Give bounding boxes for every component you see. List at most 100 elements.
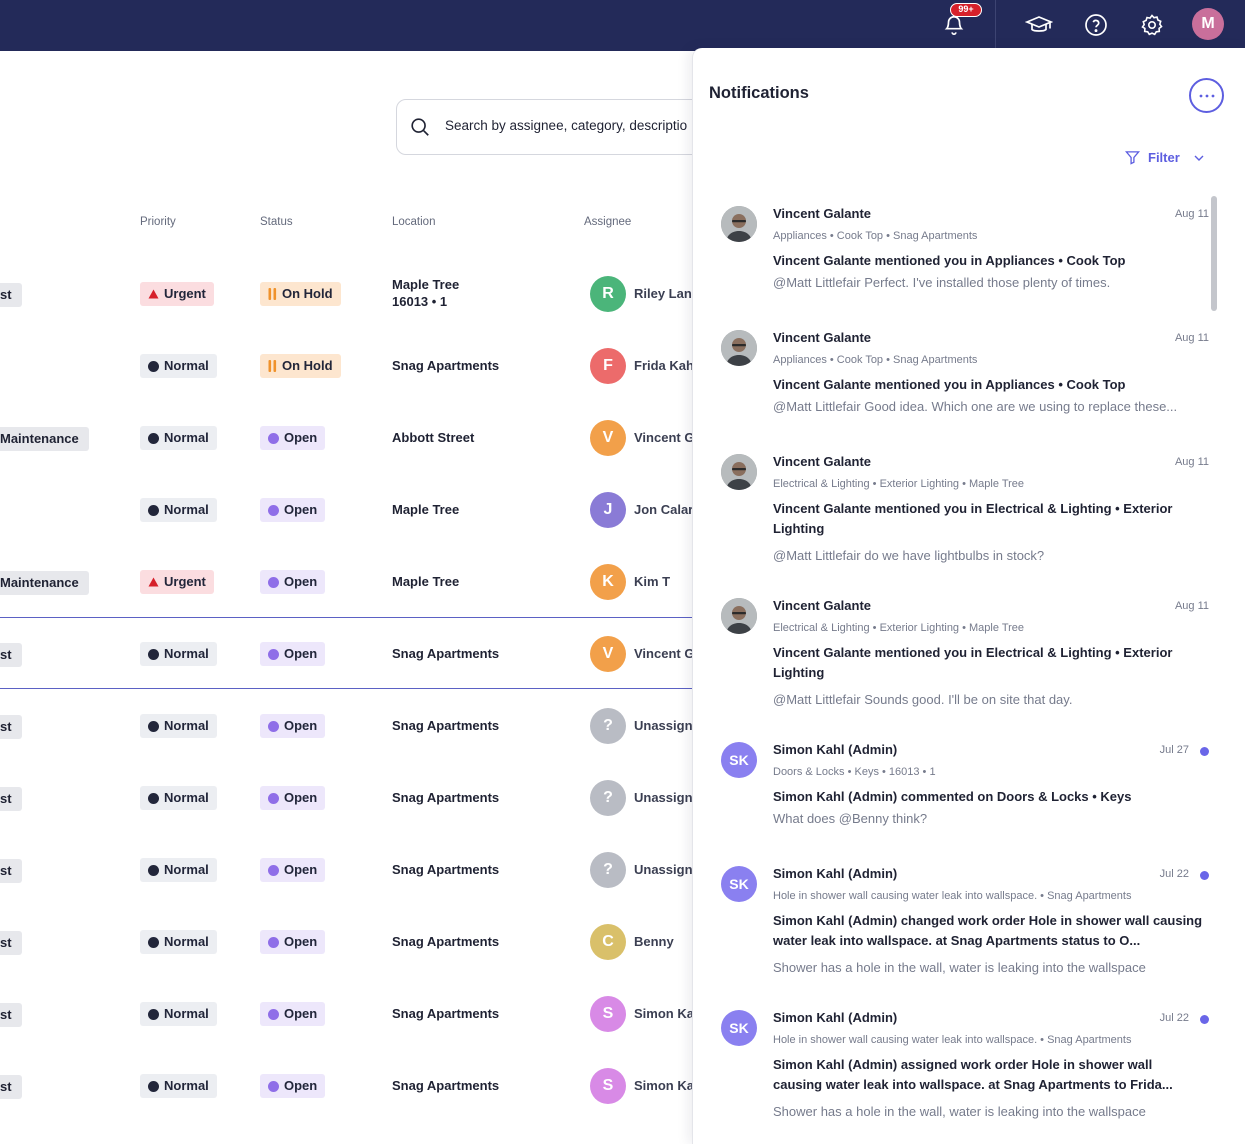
notification-author: Vincent Galante: [773, 330, 872, 345]
location-name: Snag Apartments: [392, 934, 500, 949]
assignee-avatar: S: [590, 1068, 626, 1104]
category-chip: st: [0, 715, 22, 739]
column-header-status[interactable]: Status: [260, 216, 293, 228]
status-label: On Hold: [282, 358, 333, 373]
status-dot-icon: [268, 720, 279, 732]
table-row[interactable]: st Normal Open Snag Apartments? Unassign: [0, 762, 700, 834]
priority-dot-icon: [148, 360, 159, 372]
scrollbar-thumb[interactable]: [1211, 196, 1217, 311]
priority-dot-icon: [148, 648, 159, 660]
notification-context: Appliances • Cook Top • Snag Apartments: [773, 230, 978, 242]
status-label: Open: [284, 790, 318, 805]
notification-context: Appliances • Cook Top • Snag Apartments: [773, 354, 978, 366]
search-icon: [411, 118, 429, 136]
status-label: Open: [284, 718, 318, 733]
table-row[interactable]: Maintenance Normal Open Abbott Street V Vince…: [0, 402, 700, 474]
assignee-name: Simon Ka: [634, 1078, 694, 1093]
table-row[interactable]: Maintenance Urgent Open Maple Tree K Kim T: [0, 546, 700, 618]
notification-author: Vincent Galante: [773, 454, 872, 469]
table-row[interactable]: st Normal Open Snag Apartments C Benny: [0, 906, 700, 978]
gear-icon: [1141, 14, 1163, 36]
user-photo-avatar: [721, 454, 757, 490]
table-row[interactable]: Normal Open Maple Tree J Jon Calar: [0, 474, 700, 546]
category-chip: st: [0, 787, 22, 811]
user-avatar[interactable]: M: [1192, 8, 1224, 40]
priority-dot-icon: [148, 504, 159, 516]
table-row[interactable]: st Normal Open Snag Apartments? Unassign: [0, 834, 700, 906]
priority-dot-icon: [148, 1080, 159, 1092]
learning-button[interactable]: [1022, 8, 1056, 42]
notification-comment: What does @Benny think?: [773, 811, 928, 826]
table-row[interactable]: st Normal Open Snag Apartments V Vincent G: [0, 617, 700, 689]
notification-context: Hole in shower wall causing water leak i…: [773, 890, 1132, 902]
priority-label: Normal: [164, 502, 209, 517]
notification-date: Jul 27: [1159, 744, 1189, 756]
status-dot-icon: [268, 792, 279, 804]
column-header-priority[interactable]: Priority: [140, 216, 176, 228]
table-row[interactable]: Normal On Hold Snag Apartments F Frida Kah: [0, 330, 700, 402]
unread-dot-icon: [1200, 871, 1209, 880]
notification-message: Simon Kahl (Admin) assigned work order H…: [773, 1057, 1173, 1092]
column-header-location[interactable]: Location: [392, 216, 435, 228]
priority-label: Normal: [164, 790, 209, 805]
assignee-avatar: V: [590, 420, 626, 456]
warning-triangle-icon: [148, 289, 159, 299]
search-bar[interactable]: Search by assignee, category, descriptio: [396, 99, 736, 155]
notifications-panel: Notifications Filter Vincent Galante Aug …: [692, 48, 1245, 1144]
topbar-divider: [995, 0, 996, 48]
category-chip: st: [0, 931, 22, 955]
notification-comment: Shower has a hole in the wall, water is …: [773, 1104, 1146, 1119]
table-row[interactable]: st Normal Open Snag Apartments S Simon Ka: [0, 1050, 700, 1122]
assignee-name: Riley Lang: [634, 286, 700, 301]
filter-button[interactable]: Filter: [1125, 150, 1204, 165]
priority-badge: Urgent: [140, 282, 214, 306]
search-input[interactable]: Search by assignee, category, descriptio: [445, 118, 687, 133]
priority-badge: Normal: [140, 1074, 217, 1098]
status-dot-icon: [268, 936, 279, 948]
assignee-name: Jon Calar: [634, 502, 694, 517]
location-name: Snag Apartments: [392, 790, 500, 805]
notification-date: Aug 11: [1174, 208, 1209, 220]
priority-dot-icon: [148, 864, 159, 876]
more-options-button[interactable]: [1189, 78, 1224, 113]
status-badge: Open: [260, 714, 326, 738]
priority-badge: Normal: [140, 642, 217, 666]
priority-label: Normal: [164, 1006, 209, 1021]
assignee-avatar: ?: [590, 852, 626, 888]
filter-label: Filter: [1148, 150, 1180, 165]
notification-message: Vincent Galante mentioned you in Electri…: [773, 645, 1173, 680]
priority-label: Normal: [164, 934, 209, 949]
assignee-name: Benny: [634, 934, 674, 949]
assignee-avatar: F: [590, 348, 626, 384]
notification-message: Vincent Galante mentioned you in Applian…: [773, 377, 1126, 392]
status-badge: Open: [260, 498, 326, 522]
priority-label: Normal: [164, 646, 209, 661]
location-name: Abbott Street: [392, 430, 475, 445]
settings-button[interactable]: [1135, 8, 1169, 42]
warning-triangle-icon: [148, 577, 159, 587]
user-initials-avatar: SK: [721, 742, 757, 778]
table-row[interactable]: st Normal Open Snag Apartments S Simon Ka: [0, 978, 700, 1050]
priority-badge: Normal: [140, 1002, 217, 1026]
person-photo-icon: [721, 206, 757, 242]
table-row[interactable]: st Normal Open Snag Apartments? Unassign: [0, 690, 700, 762]
column-header-assignee[interactable]: Assignee: [584, 216, 631, 228]
notification-comment: @Matt Littlefair Good idea. Which one ar…: [773, 399, 1178, 414]
status-label: Open: [284, 502, 318, 517]
category-chip: st: [0, 1003, 22, 1027]
status-dot-icon: [268, 1008, 279, 1020]
pause-icon: [268, 360, 277, 372]
assignee-name: Unassign: [634, 862, 693, 877]
status-label: Open: [284, 1006, 318, 1021]
help-button[interactable]: [1079, 8, 1113, 42]
unread-dot-icon: [1200, 747, 1209, 756]
category-chip: Maintenance: [0, 427, 89, 451]
notification-message: Vincent Galante mentioned you in Applian…: [773, 253, 1126, 268]
location-name: Snag Apartments: [392, 1006, 500, 1021]
priority-label: Normal: [164, 718, 209, 733]
user-photo-avatar: [721, 206, 757, 242]
table-row[interactable]: st Urgent On Hold Maple Tree 16013 • 1 R Riley…: [0, 258, 700, 330]
status-dot-icon: [268, 864, 279, 876]
assignee-avatar: R: [590, 276, 626, 312]
status-badge: Open: [260, 930, 326, 954]
